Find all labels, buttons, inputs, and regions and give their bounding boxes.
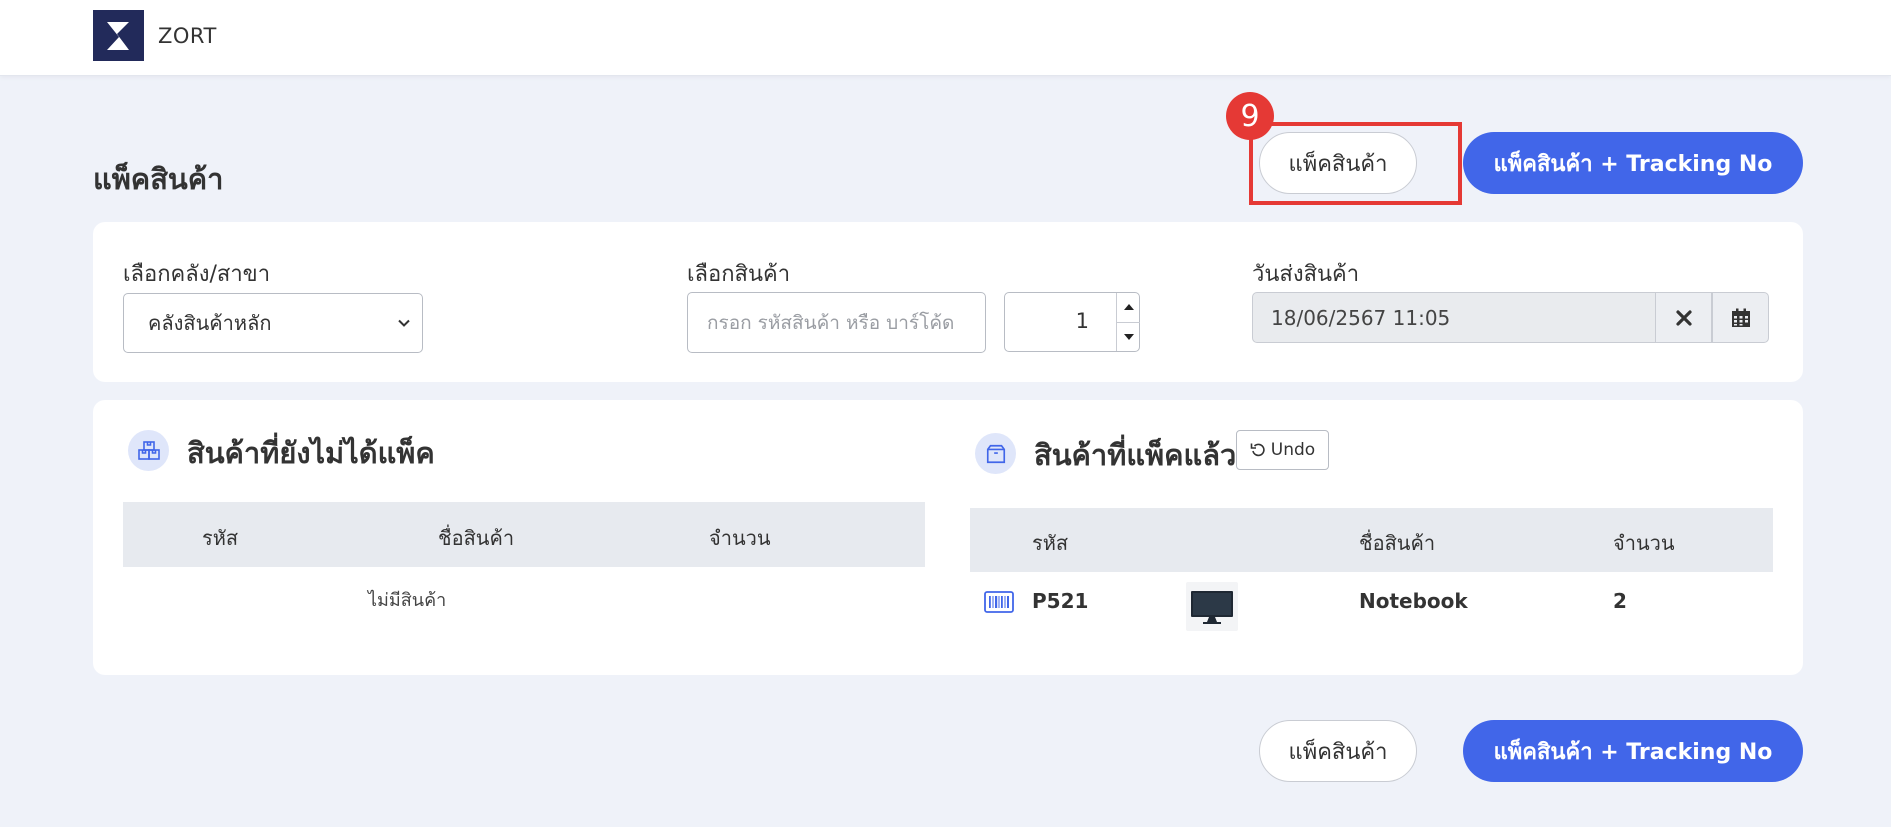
packed-section-title: สินค้าที่แพ็คแล้ว — [1034, 438, 1237, 472]
undo-icon — [1250, 443, 1265, 457]
unpacked-section-title: สินค้าที่ยังไม่ได้แพ็ค — [187, 436, 435, 470]
unpacked-col-name: ชื่อสินค้า — [438, 526, 515, 550]
logo-mark-icon — [106, 21, 129, 50]
empty-message: ไม่มีสินค้า — [368, 590, 447, 611]
packed-row-code: P521 — [1032, 589, 1089, 613]
packed-row-name: Notebook — [1359, 589, 1468, 613]
zort-logo[interactable] — [93, 10, 144, 61]
product-label: เลือกสินค้า — [687, 262, 791, 287]
product-search-input[interactable] — [687, 292, 986, 353]
warehouse-label: เลือกคลัง/สาขา — [123, 262, 271, 287]
unpacked-table-header — [123, 502, 925, 567]
chevron-down-icon — [398, 319, 410, 327]
box-icon — [986, 444, 1005, 463]
warehouse-select-value: คลังสินค้าหลัก — [148, 311, 272, 335]
caret-up-icon — [1123, 304, 1134, 310]
pack-tracking-button-top[interactable]: แพ็คสินค้า + Tracking No — [1463, 132, 1803, 194]
unpacked-col-code: รหัส — [202, 526, 239, 550]
page-title: แพ็คสินค้า — [93, 162, 224, 196]
step-badge: 9 — [1226, 92, 1274, 140]
packed-col-code: รหัส — [1032, 531, 1069, 555]
caret-down-icon — [1123, 334, 1134, 340]
unpacked-section-icon — [128, 430, 169, 471]
calendar-icon — [1731, 308, 1750, 327]
brand-name: ZORT — [158, 24, 217, 48]
packed-col-name: ชื่อสินค้า — [1359, 531, 1436, 555]
ship-date-label: วันส่งสินค้า — [1252, 262, 1360, 287]
packed-col-qty: จำนวน — [1613, 531, 1675, 555]
pack-button-bottom[interactable]: แพ็คสินค้า — [1259, 720, 1417, 782]
pack-tracking-button-bottom[interactable]: แพ็คสินค้า + Tracking No — [1463, 720, 1803, 782]
calendar-button[interactable] — [1712, 292, 1769, 343]
monitor-image — [1191, 590, 1233, 624]
undo-label: Undo — [1270, 440, 1316, 460]
quantity-stepper[interactable]: 1 — [1004, 292, 1140, 352]
top-bar: ZORT — [0, 0, 1891, 76]
warehouse-select[interactable]: คลังสินค้าหลัก — [123, 293, 423, 353]
highlight-box — [1249, 122, 1462, 205]
quantity-value: 1 — [1075, 309, 1089, 333]
close-icon — [1675, 309, 1692, 326]
barcode-icon[interactable] — [984, 591, 1014, 613]
unpacked-col-qty: จำนวน — [709, 526, 771, 550]
ship-date-input[interactable]: 18/06/2567 11:05 — [1252, 292, 1656, 343]
clear-date-button[interactable] — [1655, 292, 1712, 343]
boxes-icon — [137, 440, 160, 460]
packed-row-qty: 2 — [1613, 589, 1627, 613]
product-thumbnail — [1186, 582, 1238, 631]
quantity-increment-button[interactable] — [1117, 293, 1140, 321]
quantity-decrement-button[interactable] — [1117, 323, 1140, 351]
undo-button[interactable]: Undo — [1236, 430, 1329, 470]
packed-section-icon — [975, 433, 1016, 474]
